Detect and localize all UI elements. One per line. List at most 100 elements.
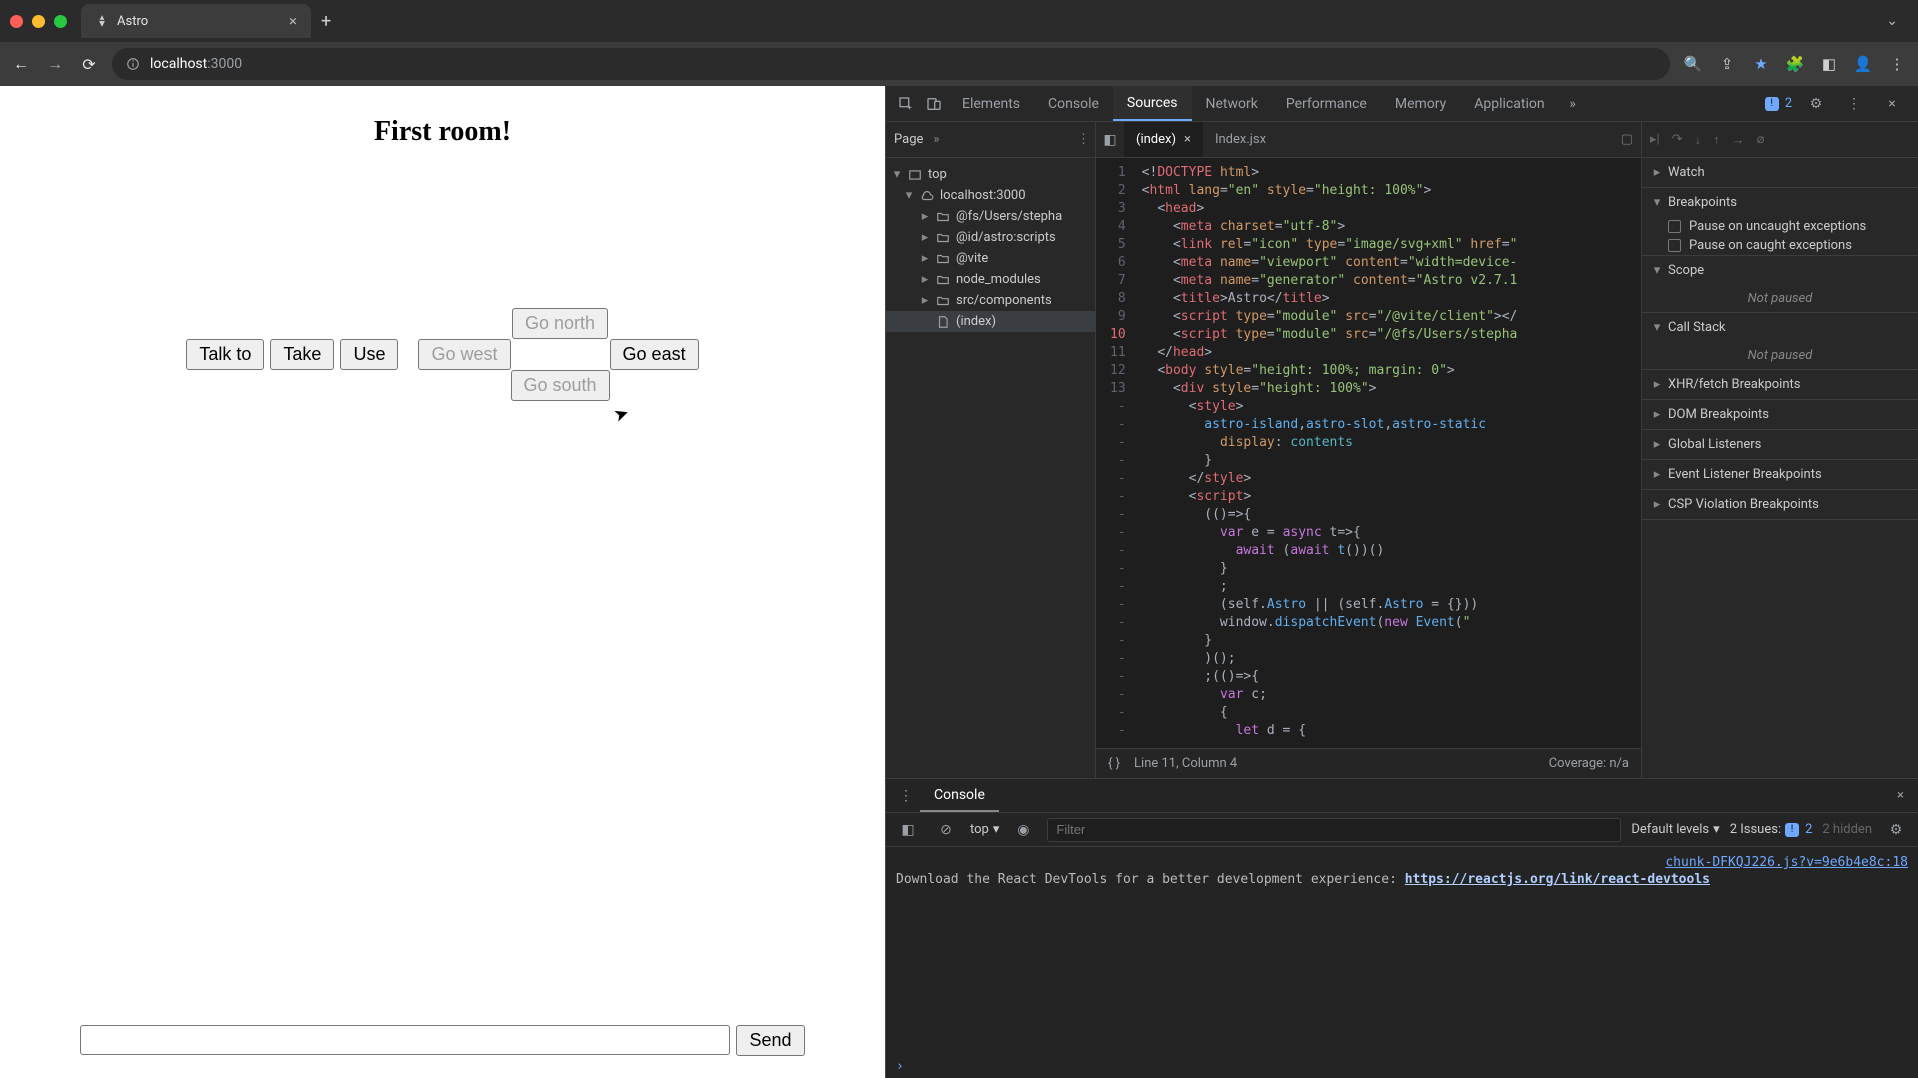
devtools-menu-icon[interactable]: ⋮ [1840,90,1868,118]
extensions-icon[interactable]: 🧩 [1784,55,1806,73]
section-xhr-bp[interactable]: ▸XHR/fetch Breakpoints [1642,370,1918,399]
console-sidebar-icon[interactable]: ◧ [894,816,922,844]
editor-more-icon[interactable]: ▢ [1621,132,1633,147]
code-editor[interactable]: 12345678910111213------------------- <!D… [1096,158,1641,748]
navigator-tab-page[interactable]: Page [894,132,923,147]
navigator-more-icon[interactable]: » [931,132,941,147]
console-context-select[interactable]: top ▾ [970,822,999,837]
take-button[interactable]: Take [270,339,334,370]
step-out-icon[interactable]: ↑ [1713,132,1720,148]
address-bar[interactable]: localhost:3000 [112,48,1670,80]
go-east-button[interactable]: Go east [610,339,699,370]
log-source-link[interactable]: chunk-DFKQJ226.js?v=9e6b4e8c:18 [1665,855,1908,870]
devtools-tab-application[interactable]: Application [1460,86,1558,121]
devtools-tab-sources[interactable]: Sources [1113,86,1192,121]
bookmark-star-icon[interactable]: ★ [1750,55,1772,73]
chrome-expand-icon[interactable]: ⌄ [1886,13,1908,29]
section-dom-bp[interactable]: ▸DOM Breakpoints [1642,400,1918,429]
devtools-close-icon[interactable]: × [1878,90,1906,118]
inspect-element-icon[interactable] [892,90,920,118]
issues-counter[interactable]: 2 Issues: !2 [1730,822,1813,837]
step-into-icon[interactable]: ↓ [1695,132,1702,148]
navigator-menu-icon[interactable]: ⋮ [1077,132,1087,147]
tree-folder[interactable]: ▸src/components [886,290,1095,311]
step-over-icon[interactable]: ↷ [1672,132,1683,147]
page-viewport: First room! Talk to Take Use Go north Go… [0,86,885,1078]
deactivate-bp-icon[interactable]: ⌀ [1757,132,1765,147]
back-button[interactable]: ← [10,54,32,74]
pause-uncaught-checkbox[interactable]: Pause on uncaught exceptions [1642,217,1918,236]
tree-host[interactable]: ▾localhost:3000 [886,185,1095,206]
profile-icon[interactable]: 👤 [1852,55,1874,73]
send-button[interactable]: Send [736,1025,804,1056]
hidden-count: 2 hidden [1822,822,1872,837]
window-close-dot[interactable] [10,15,23,28]
section-event-bp[interactable]: ▸Event Listener Breakpoints [1642,460,1918,489]
forward-button[interactable]: → [44,54,66,74]
log-levels-select[interactable]: Default levels ▾ [1631,822,1719,837]
tree-folder[interactable]: ▸@fs/Users/stepha [886,206,1095,227]
mouse-cursor-icon: ➤ [611,402,632,427]
devtools-tab-console[interactable]: Console [1034,86,1113,121]
log-link[interactable]: https://reactjs.org/link/react-devtools [1405,872,1710,887]
go-west-button[interactable]: Go west [418,339,510,370]
tab-close-icon[interactable]: × [289,12,297,30]
section-watch[interactable]: ▸Watch [1642,158,1918,187]
step-icon[interactable]: → [1732,132,1745,148]
zoom-icon[interactable]: 🔍 [1682,55,1704,73]
browser-tab-astro[interactable]: Astro × [81,4,311,38]
talk-to-button[interactable]: Talk to [186,339,264,370]
console-output[interactable]: chunk-DFKQJ226.js?v=9e6b4e8c:18 Download… [886,847,1918,1055]
tab-title: Astro [117,14,148,29]
window-minimize-dot[interactable] [32,15,45,28]
command-input[interactable] [80,1025,730,1055]
reload-button[interactable]: ⟳ [78,55,100,74]
side-panel-icon[interactable]: ◧ [1818,55,1840,73]
use-button[interactable]: Use [340,339,398,370]
page-title: First room! [0,116,885,148]
pause-caught-checkbox[interactable]: Pause on caught exceptions [1642,236,1918,255]
new-tab-button[interactable]: + [321,11,331,32]
live-expression-icon[interactable]: ◉ [1009,816,1037,844]
share-icon[interactable]: ⇪ [1716,55,1738,73]
section-scope[interactable]: ▾Scope [1642,256,1918,285]
tree-top-frame[interactable]: ▾top [886,164,1095,185]
tree-file-index[interactable]: (index) [886,311,1095,332]
tree-folder[interactable]: ▸@id/astro:scripts [886,227,1095,248]
go-south-button[interactable]: Go south [511,370,610,401]
section-call-stack[interactable]: ▾Call Stack [1642,313,1918,342]
section-csp-bp[interactable]: ▸CSP Violation Breakpoints [1642,490,1918,519]
url-port: :3000 [207,56,242,72]
window-zoom-dot[interactable] [54,15,67,28]
tree-folder[interactable]: ▸node_modules [886,269,1095,290]
device-toolbar-icon[interactable] [920,90,948,118]
console-filter-input[interactable] [1047,818,1621,842]
devtools-settings-icon[interactable]: ⚙ [1802,90,1830,118]
drawer-close-icon[interactable]: × [1897,788,1912,803]
devtools-tab-performance[interactable]: Performance [1272,86,1381,121]
drawer-tab-console[interactable]: Console [920,779,999,812]
pause-icon[interactable]: ▸| [1650,132,1660,147]
toggle-navigator-icon[interactable]: ◧ [1096,126,1124,154]
console-drawer: ⋮ Console × ◧ ⊘ top ▾ ◉ Default levels ▾… [886,778,1918,1078]
console-prompt[interactable]: › [886,1055,1918,1078]
devtools-tab-network[interactable]: Network [1192,86,1272,121]
clear-console-icon[interactable]: ⊘ [932,816,960,844]
drawer-menu-icon[interactable]: ⋮ [892,782,920,810]
file-tree: ▾top ▾localhost:3000 ▸@fs/Users/stepha ▸… [886,158,1095,338]
editor-tab-index[interactable]: (index)× [1124,122,1203,157]
console-settings-icon[interactable]: ⚙ [1882,816,1910,844]
pretty-print-icon[interactable]: { } [1108,756,1120,771]
devtools-tab-more-icon[interactable]: » [1559,90,1587,118]
go-north-button[interactable]: Go north [512,308,608,339]
close-icon[interactable]: × [1184,132,1191,147]
editor-tab-indexjsx[interactable]: Index.jsx [1203,122,1278,157]
site-info-icon[interactable] [126,57,140,71]
section-global-listeners[interactable]: ▸Global Listeners [1642,430,1918,459]
issues-indicator[interactable]: !2 [1765,96,1792,111]
section-breakpoints[interactable]: ▾Breakpoints [1642,188,1918,217]
devtools-tab-elements[interactable]: Elements [948,86,1034,121]
tree-folder[interactable]: ▸@vite [886,248,1095,269]
chrome-menu-icon[interactable]: ⋮ [1886,55,1908,73]
devtools-tab-memory[interactable]: Memory [1381,86,1460,121]
